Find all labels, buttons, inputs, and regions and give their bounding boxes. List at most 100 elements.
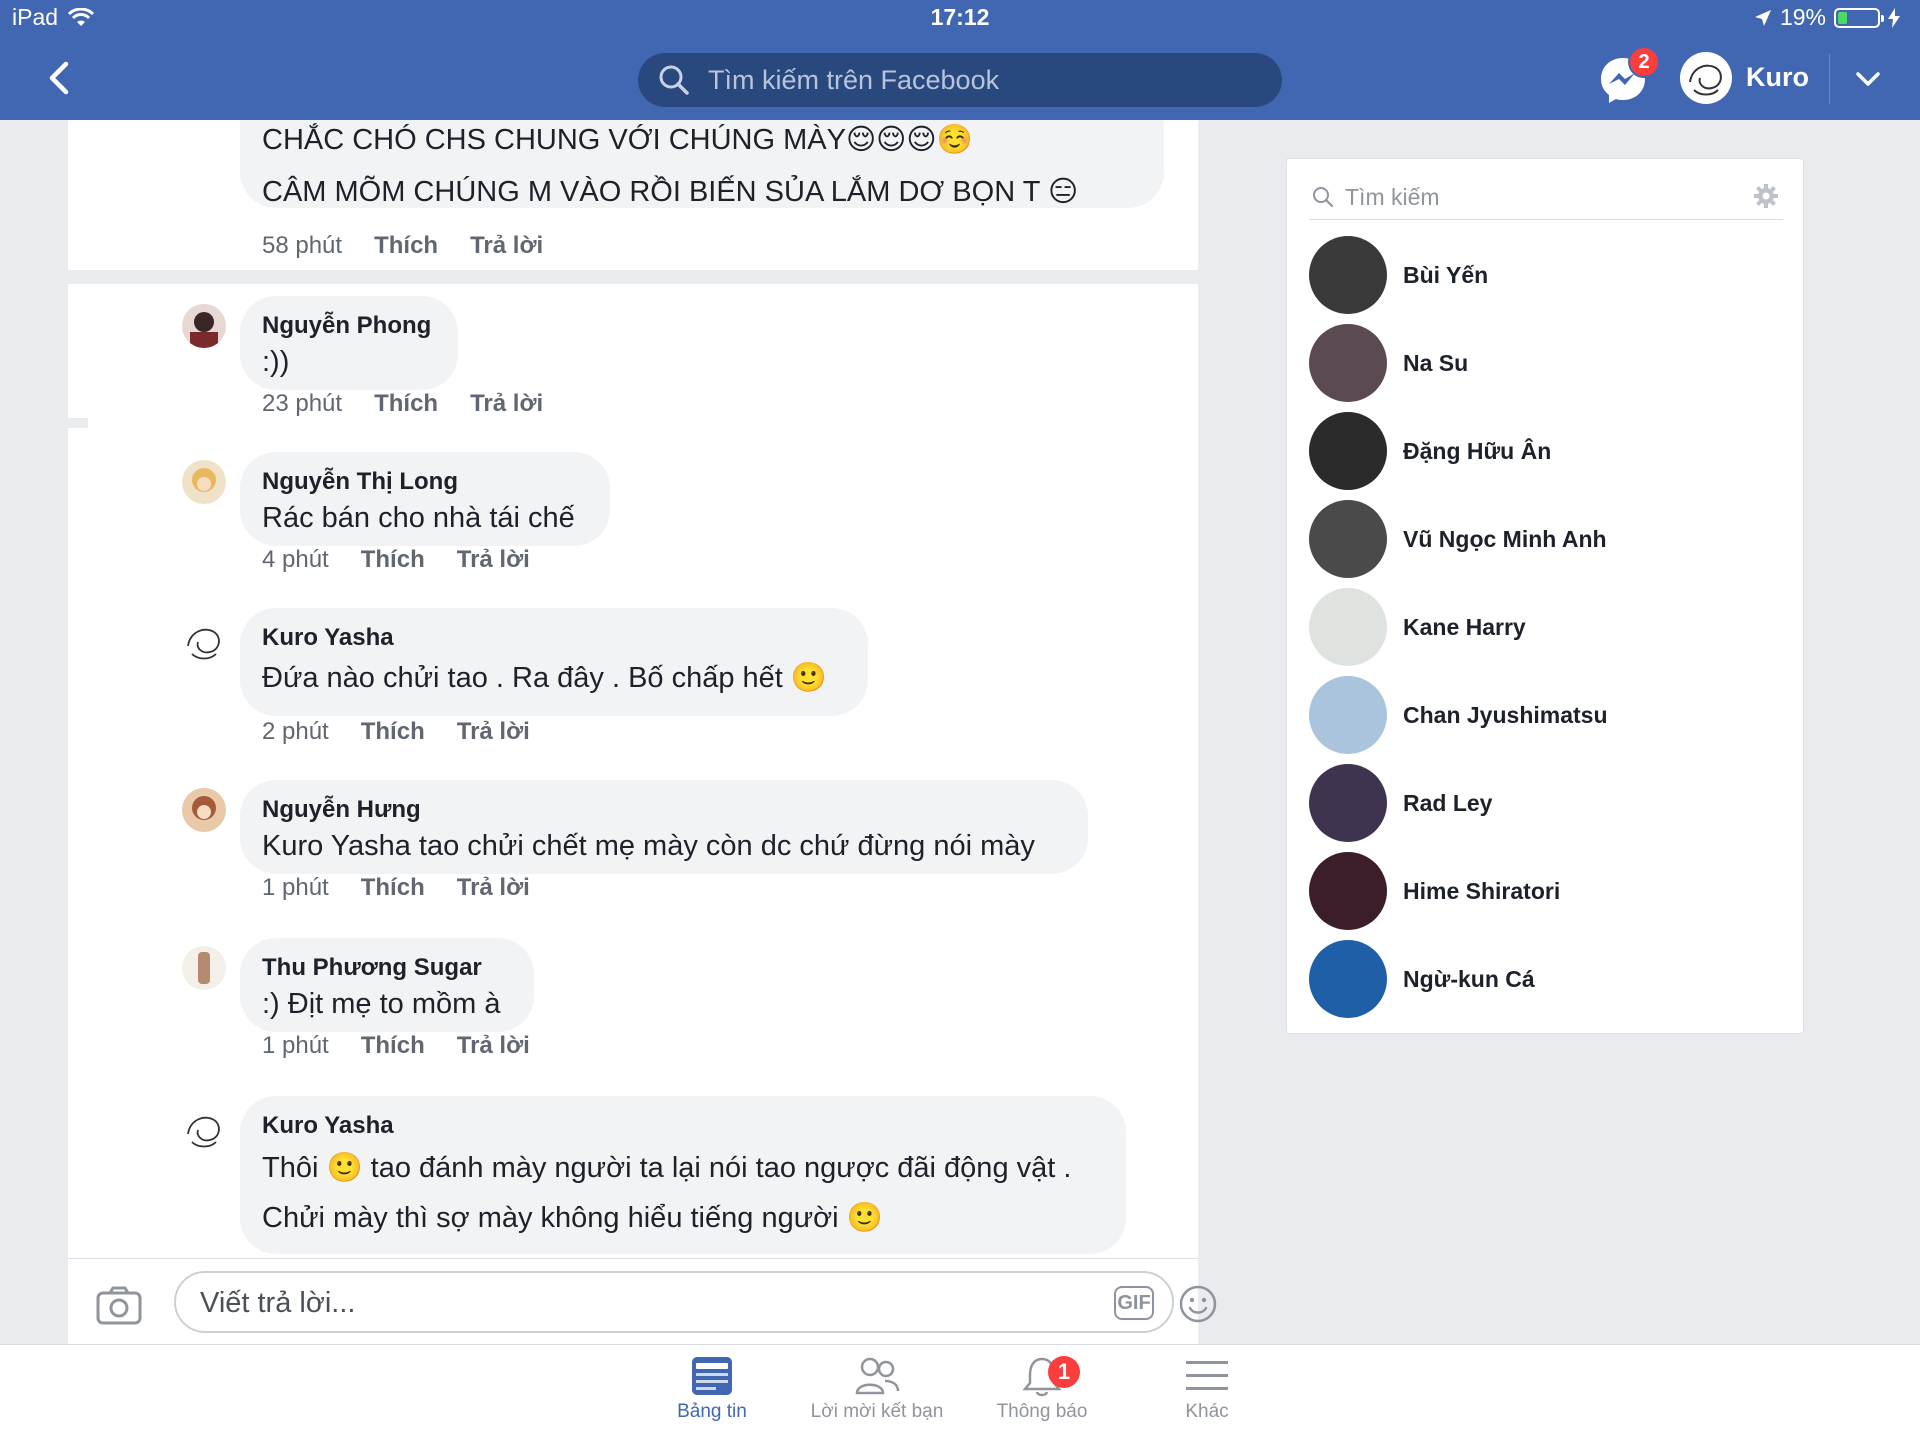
commenter-avatar[interactable] — [182, 460, 226, 504]
tab-label: Khác — [1185, 1401, 1229, 1422]
comment-author[interactable]: Thu Phương Sugar — [262, 952, 512, 984]
comment-meta: 2 phút Thích Trả lời — [262, 718, 530, 746]
comment-bubble: Thu Phương Sugar :) Địt mẹ to mồm à — [240, 938, 534, 1032]
contact-name: Hime Shiratori — [1403, 877, 1561, 904]
contact-avatar — [1309, 588, 1387, 666]
comment-meta: 23 phút Thích Trả lời — [262, 390, 543, 418]
contact-avatar — [1309, 236, 1387, 314]
contact-item[interactable]: Rad Ley — [1309, 763, 1783, 843]
contact-avatar — [1309, 764, 1387, 842]
commenter-avatar[interactable] — [182, 304, 226, 348]
battery-percent: 19% — [1779, 4, 1826, 30]
contact-item[interactable]: Vũ Ngọc Minh Anh — [1309, 499, 1783, 579]
reply-link[interactable]: Trả lời — [457, 874, 530, 902]
comment-meta: 1 phút Thích Trả lời — [262, 874, 530, 902]
contact-item[interactable]: Đặng Hữu Ân — [1309, 411, 1783, 491]
commenter-avatar[interactable] — [182, 946, 226, 990]
location-arrow-icon — [1754, 9, 1771, 26]
comment-bubble: Nguyễn Hưng Kuro Yasha tao chửi chết mẹ … — [240, 780, 1088, 874]
contacts-search[interactable] — [1309, 175, 1783, 220]
back-arrow-icon[interactable] — [40, 58, 80, 98]
tab-notifications[interactable]: Thông báo — [957, 1353, 1127, 1423]
comment-text-line: Kuro Yasha tao chửi chết mẹ mày còn dc c… — [262, 830, 1035, 862]
comment-time: 1 phút — [262, 1032, 329, 1059]
reply-input[interactable] — [198, 1283, 982, 1323]
contact-item[interactable]: Chan Jyushimatsu — [1309, 675, 1783, 755]
like-link[interactable]: Thích — [361, 718, 425, 746]
tab-news-feed[interactable]: Bảng tin — [627, 1353, 797, 1423]
profile-avatar[interactable] — [1680, 52, 1732, 104]
tab-more[interactable]: Khác — [1122, 1353, 1292, 1423]
contact-name: Ngừ-kun Cá — [1403, 965, 1535, 992]
reply-link[interactable]: Trả lời — [470, 232, 543, 260]
notification-badge: 1 — [1048, 1356, 1080, 1388]
comment-text-line: Thôi 🙂 tao đánh mày người ta lại nói tao… — [262, 1152, 1072, 1184]
contact-name: Đặng Hữu Ân — [1403, 437, 1552, 464]
reply-link[interactable]: Trả lời — [470, 390, 543, 418]
charging-bolt-icon — [1888, 7, 1900, 28]
comment-author[interactable]: Kuro Yasha — [262, 1110, 1104, 1142]
status-time: 17:12 — [930, 4, 990, 30]
contact-item[interactable]: Bùi Yến — [1309, 235, 1783, 315]
commenter-avatar[interactable] — [182, 620, 226, 664]
bottom-tab-bar: Bảng tin Lời mời kết bạn Thông báo Khác — [0, 1344, 1920, 1441]
comment-time: 23 phút — [262, 390, 343, 417]
commenter-avatar[interactable] — [182, 1108, 226, 1152]
comment-meta: 4 phút Thích Trả lời — [262, 546, 530, 574]
friends-icon — [855, 1357, 900, 1395]
comment-bubble: Nguyễn Phong :)) — [240, 296, 458, 390]
top-navigation-bar: iPad 17:12 19% 2 — [0, 0, 1920, 120]
comment-time: 1 phút — [262, 874, 329, 901]
comment-bubble: Kuro Yasha Thôi 🙂 tao đánh mày người ta … — [240, 1096, 1126, 1254]
comment-author[interactable]: Nguyễn Phong — [262, 310, 436, 342]
like-link[interactable]: Thích — [374, 390, 438, 418]
tab-label: Bảng tin — [677, 1401, 747, 1422]
comment-author[interactable]: Kuro Yasha — [262, 622, 846, 654]
gear-icon[interactable] — [1753, 183, 1779, 209]
comment-separator — [68, 418, 88, 428]
contact-item[interactable]: Ngừ-kun Cá — [1309, 939, 1783, 1019]
comment-time: 2 phút — [262, 718, 329, 745]
comment-text-line: :) Địt mẹ to mồm à — [262, 988, 501, 1020]
comment-thread: CHẮC CHÓ CHS CHUNG VỚI CHÚNG MÀY😌😌😌☺️ CÂ… — [68, 120, 1198, 1260]
like-link[interactable]: Thích — [361, 874, 425, 902]
contact-name: Na Su — [1403, 349, 1469, 376]
tab-label: Lời mời kết bạn — [810, 1401, 944, 1422]
contact-name: Vũ Ngọc Minh Anh — [1403, 525, 1607, 552]
comment-bubble: Nguyễn Thị Long Rác bán cho nhà tái chế — [240, 452, 610, 546]
profile-name[interactable]: Kuro — [1746, 62, 1809, 93]
like-link[interactable]: Thích — [374, 232, 438, 260]
reply-link[interactable]: Trả lời — [457, 718, 530, 746]
nav-divider — [1829, 54, 1830, 104]
comment-meta: 58 phút Thích Trả lời — [262, 232, 543, 260]
gif-button[interactable]: GIF — [1114, 1286, 1154, 1320]
contacts-search-input[interactable] — [1343, 181, 1737, 213]
reply-link[interactable]: Trả lời — [457, 1032, 530, 1060]
menu-icon — [1186, 1361, 1228, 1390]
tab-friend-requests[interactable]: Lời mời kết bạn — [792, 1353, 962, 1423]
comment-author[interactable]: Nguyễn Hưng — [262, 794, 1066, 826]
comment-text-line: :)) — [262, 346, 290, 378]
like-link[interactable]: Thích — [361, 546, 425, 574]
chevron-down-icon[interactable] — [1850, 64, 1886, 94]
profile-sketch-icon — [1681, 53, 1731, 103]
emoji-icon[interactable] — [1178, 1284, 1218, 1324]
camera-icon[interactable] — [96, 1285, 142, 1325]
reply-field[interactable]: GIF — [174, 1271, 1217, 1333]
contact-item[interactable]: Kane Harry — [1309, 587, 1783, 667]
comment-meta: 1 phút Thích Trả lời — [262, 1032, 530, 1060]
commenter-avatar[interactable] — [182, 788, 226, 832]
contact-name: Bùi Yến — [1403, 261, 1489, 288]
comment-author[interactable]: Nguyễn Thị Long — [262, 466, 588, 498]
contact-avatar — [1309, 500, 1387, 578]
facebook-search-bar[interactable] — [638, 53, 1282, 107]
contact-avatar — [1309, 412, 1387, 490]
messenger-badge: 2 — [1628, 46, 1660, 78]
search-input[interactable] — [706, 63, 1230, 97]
comment-separator — [68, 270, 1198, 284]
like-link[interactable]: Thích — [361, 1032, 425, 1060]
contact-item[interactable]: Na Su — [1309, 323, 1783, 403]
contact-item[interactable]: Hime Shiratori — [1309, 851, 1783, 931]
reply-link[interactable]: Trả lời — [457, 546, 530, 574]
comment-time: 4 phút — [262, 546, 329, 573]
